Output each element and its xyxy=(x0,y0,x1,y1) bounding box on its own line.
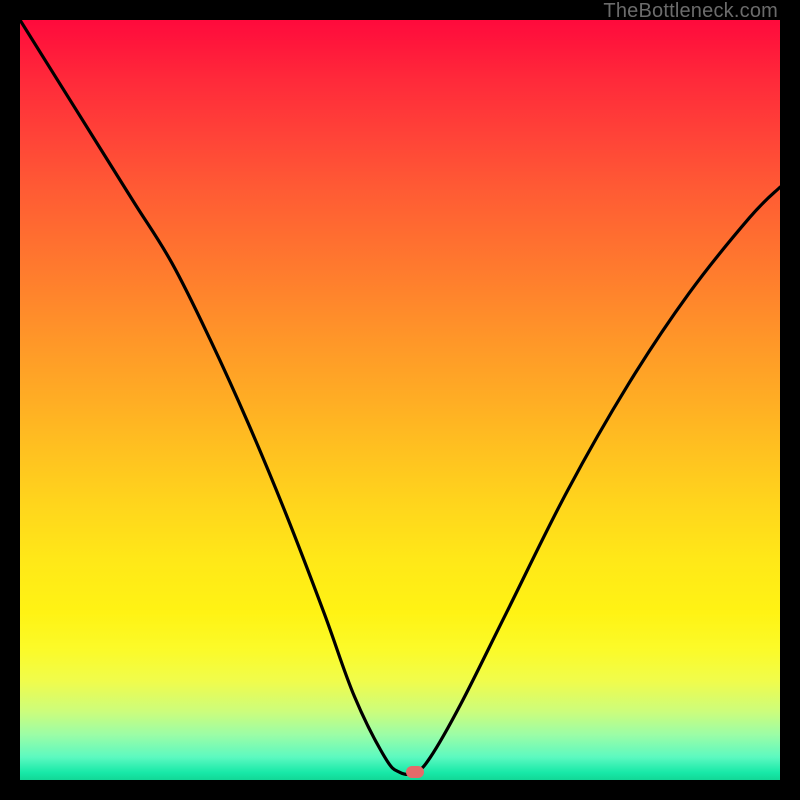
chart-frame: TheBottleneck.com xyxy=(0,0,800,800)
plot-area xyxy=(20,20,780,780)
curve-svg xyxy=(20,20,780,780)
bottleneck-curve xyxy=(20,20,780,774)
optimum-marker xyxy=(406,766,424,778)
